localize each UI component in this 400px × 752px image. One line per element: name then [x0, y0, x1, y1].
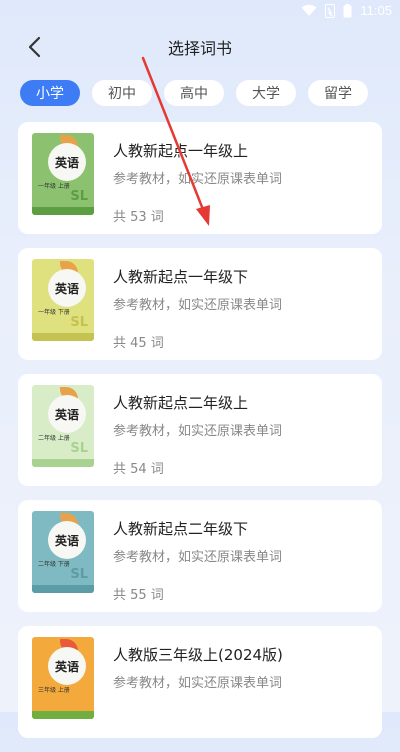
- sim-icon: [325, 3, 336, 18]
- book-cover: 英语 二年级 上册 SL: [32, 385, 94, 467]
- book-cover: 英语 三年级 上册: [32, 637, 94, 719]
- word-count: 共 53 词: [113, 210, 164, 225]
- book-cover: 英语 一年级 下册 SL: [32, 259, 94, 341]
- status-time: 11:05: [360, 3, 392, 18]
- cover-band: [32, 207, 94, 215]
- cover-grade: 二年级 下册: [38, 561, 70, 568]
- book-cover: 英语 二年级 下册 SL: [32, 511, 94, 593]
- tab-senior[interactable]: 高中: [164, 80, 224, 106]
- status-bar: 11:05: [0, 0, 400, 24]
- cover-subject-label: 英语: [48, 647, 86, 685]
- status-icons: 11:05: [301, 3, 392, 18]
- cover-subject-label: 英语: [48, 143, 86, 181]
- page-title: 选择词书: [167, 39, 232, 58]
- book-card[interactable]: 英语 三年级 上册 人教版三年级上(2024版) 参考教材，如实还原课表单词: [18, 626, 382, 738]
- battery-icon: [343, 3, 352, 18]
- cover-band: [32, 459, 94, 467]
- book-description: 参考教材，如实还原课表单词: [113, 550, 283, 565]
- book-card[interactable]: 英语 二年级 下册 SL 人教新起点二年级下 参考教材，如实还原课表单词 共 5…: [18, 500, 382, 612]
- cover-grade: 一年级 上册: [38, 183, 70, 190]
- book-title: 人教新起点二年级下: [113, 520, 249, 538]
- book-list: 英语 一年级 上册 SL 人教新起点一年级上 参考教材，如实还原课表单词 共 5…: [18, 122, 382, 752]
- tab-university[interactable]: 大学: [236, 80, 296, 106]
- cover-subject-label: 英语: [48, 395, 86, 433]
- book-title: 人教新起点二年级上: [113, 394, 249, 412]
- book-cover: 英语 一年级 上册 SL: [32, 133, 94, 215]
- book-title: 人教新起点一年级上: [113, 142, 249, 160]
- book-description: 参考教材，如实还原课表单词: [113, 172, 283, 187]
- header: 选择词书: [0, 24, 400, 68]
- book-description: 参考教材，如实还原课表单词: [113, 298, 283, 313]
- cover-publisher-mark: SL: [70, 189, 88, 204]
- tab-study-abroad[interactable]: 留学: [308, 80, 368, 106]
- book-card[interactable]: 英语 二年级 上册 SL 人教新起点二年级上 参考教材，如实还原课表单词 共 5…: [18, 374, 382, 486]
- word-count: 共 55 词: [113, 588, 164, 603]
- word-count: 共 45 词: [113, 336, 164, 351]
- book-description: 参考教材，如实还原课表单词: [113, 424, 283, 439]
- wifi-icon: [301, 4, 317, 17]
- book-title: 人教新起点一年级下: [113, 268, 249, 286]
- cover-band: [32, 333, 94, 341]
- book-title: 人教版三年级上(2024版): [113, 646, 283, 664]
- cover-grade: 二年级 上册: [38, 435, 70, 442]
- cover-band: [32, 711, 94, 719]
- book-card[interactable]: 英语 一年级 上册 SL 人教新起点一年级上 参考教材，如实还原课表单词 共 5…: [18, 122, 382, 234]
- book-description: 参考教材，如实还原课表单词: [113, 676, 283, 691]
- cover-band: [32, 585, 94, 593]
- cover-publisher-mark: SL: [70, 315, 88, 330]
- cover-grade: 三年级 上册: [38, 687, 70, 694]
- word-count: 共 54 词: [113, 462, 164, 477]
- cover-publisher-mark: SL: [70, 567, 88, 582]
- tab-junior[interactable]: 初中: [92, 80, 152, 106]
- cover-publisher-mark: SL: [70, 441, 88, 456]
- level-tabs: 小学 初中 高中 大学 留学: [20, 80, 380, 106]
- cover-subject-label: 英语: [48, 269, 86, 307]
- cover-grade: 一年级 下册: [38, 309, 70, 316]
- cover-subject-label: 英语: [48, 521, 86, 559]
- tab-primary[interactable]: 小学: [20, 80, 80, 106]
- book-card[interactable]: 英语 一年级 下册 SL 人教新起点一年级下 参考教材，如实还原课表单词 共 4…: [18, 248, 382, 360]
